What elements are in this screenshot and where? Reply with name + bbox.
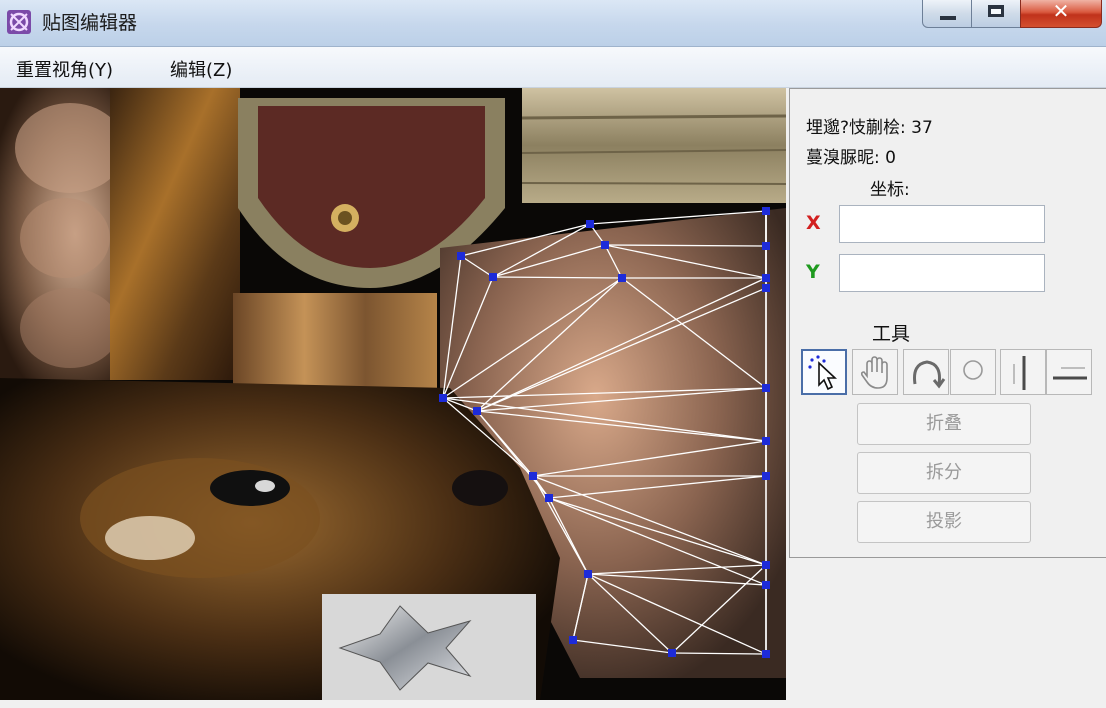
uv-vertex[interactable] [601, 241, 609, 249]
x-axis-label: X [806, 212, 821, 234]
uv-vertex[interactable] [668, 649, 676, 657]
uv-vertex[interactable] [473, 407, 481, 415]
y-axis-label: Y [806, 261, 820, 283]
uv-vertex[interactable] [762, 472, 770, 480]
app-texture-icon [7, 10, 31, 34]
project-button[interactable]: 投影 [857, 501, 1031, 543]
maximize-button[interactable] [971, 0, 1021, 28]
uv-edge [492, 244, 606, 278]
close-button[interactable]: ✕ [1020, 0, 1102, 28]
uv-edge [671, 564, 767, 654]
uv-vertex[interactable] [762, 581, 770, 589]
uv-vertex[interactable] [762, 274, 770, 282]
vertex-count-label: 埋邈?忮蒯桧: 37 [806, 118, 933, 138]
uv-edge [587, 564, 767, 575]
select-tool-icon [808, 355, 838, 391]
uv-edge [442, 397, 767, 442]
select-tool-button[interactable] [801, 349, 847, 395]
uv-vertex[interactable] [569, 636, 577, 644]
tools-label: 工具 [872, 323, 911, 345]
uv-vertex[interactable] [762, 437, 770, 445]
uv-vertex[interactable] [762, 242, 770, 250]
title-bar: 贴图编辑器 ✕ [0, 0, 1106, 47]
window-title: 贴图编辑器 [42, 12, 138, 34]
uv-edge [604, 244, 767, 279]
uv-edge [604, 244, 623, 279]
horizontal-mirror-tool-button[interactable] [1046, 349, 1092, 395]
uv-edge [572, 639, 673, 654]
close-icon: ✕ [1052, 0, 1070, 23]
hand-pan-tool-button[interactable] [852, 349, 898, 395]
uv-vertex[interactable] [586, 220, 594, 228]
rotate-tool-icon [913, 360, 946, 389]
uv-edge [476, 410, 767, 442]
uv-vertex[interactable] [762, 650, 770, 658]
split-button[interactable]: 拆分 [857, 452, 1031, 494]
maximize-icon [988, 5, 1004, 17]
uv-edge [442, 277, 623, 399]
texture-canvas[interactable] [0, 88, 786, 700]
menu-reset-view[interactable]: 重置视角(Y) [16, 56, 113, 82]
uv-edge [460, 223, 591, 257]
uv-vertex[interactable] [762, 207, 770, 215]
uv-edge [604, 244, 767, 247]
uv-vertex[interactable] [457, 252, 465, 260]
uv-vertex[interactable] [584, 570, 592, 578]
uv-edge [532, 475, 589, 575]
uv-edge [589, 210, 767, 225]
fold-button[interactable]: 折叠 [857, 403, 1031, 445]
uv-edge [476, 277, 623, 412]
menu-bar: 重置视角(Y) 编辑(Z) [0, 47, 1106, 88]
y-coordinate-input[interactable] [839, 254, 1045, 292]
circle-tool-button[interactable] [950, 349, 996, 395]
uv-vertex[interactable] [545, 494, 553, 502]
uv-edge [587, 573, 767, 586]
circle-tool-icon [963, 360, 983, 380]
uv-edge [548, 497, 767, 586]
uv-vertex[interactable] [489, 273, 497, 281]
uv-vertex[interactable] [762, 561, 770, 569]
rotate-tool-button[interactable] [903, 349, 949, 395]
selected-count-label: 蔓溴脲昵: 0 [806, 148, 896, 168]
uv-edge [492, 223, 591, 278]
uv-edge [492, 276, 623, 279]
uv-edge [587, 573, 673, 654]
properties-panel: 埋邈?忮蒯桧: 37 蔓溴脲昵: 0 坐标: X Y 工具 折叠 拆分 投影 [789, 88, 1106, 558]
uv-edge [671, 652, 767, 655]
uv-vertex[interactable] [529, 472, 537, 480]
menu-edit[interactable]: 编辑(Z) [170, 56, 232, 82]
uv-vertex[interactable] [618, 274, 626, 282]
uv-edge [621, 277, 767, 389]
uv-edge [442, 387, 767, 399]
uv-vertex[interactable] [439, 394, 447, 402]
minimize-icon [940, 16, 956, 20]
uv-edge [532, 440, 767, 477]
uv-edge [572, 573, 589, 641]
uv-edge [532, 475, 767, 566]
uv-edge [460, 255, 494, 278]
uv-wireframe[interactable] [0, 88, 786, 700]
uv-vertex[interactable] [762, 384, 770, 392]
coordinates-label: 坐标: [870, 180, 910, 200]
uv-edge [587, 573, 767, 655]
horizontal-mirror-tool-icon [1053, 367, 1087, 380]
hand-pan-tool-icon [860, 356, 888, 389]
uv-edge [548, 497, 767, 566]
minimize-button[interactable] [922, 0, 972, 28]
x-coordinate-input[interactable] [839, 205, 1045, 243]
vertical-mirror-tool-button[interactable] [1000, 349, 1046, 395]
uv-vertex[interactable] [762, 284, 770, 292]
vertical-mirror-tool-icon [1013, 356, 1026, 390]
